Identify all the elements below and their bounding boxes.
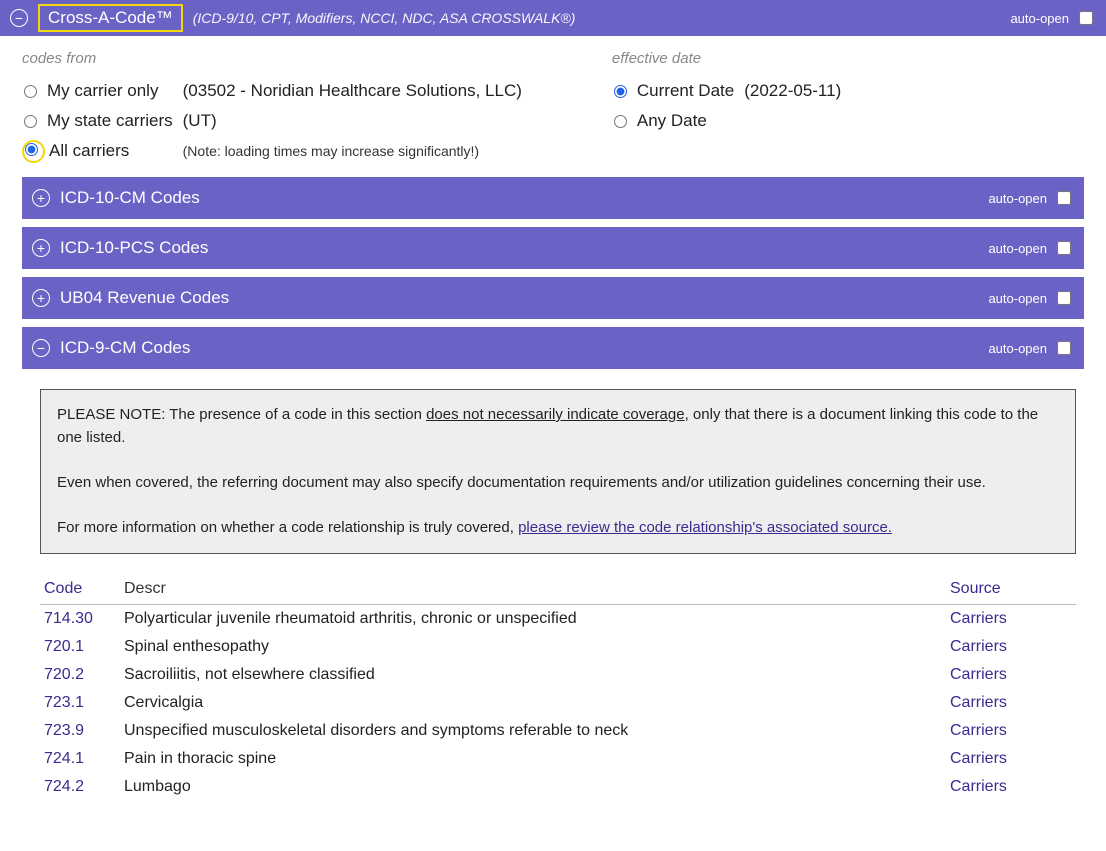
table-row: 723.9Unspecified musculoskeletal disorde… — [40, 717, 1076, 745]
code-descr: Lumbago — [120, 773, 946, 801]
code-link[interactable]: 724.3 — [40, 801, 120, 807]
code-descr: Sciatica — [120, 801, 946, 807]
code-descr: Unspecified musculoskeletal disorders an… — [120, 717, 946, 745]
code-descr: Polyarticular juvenile rheumatoid arthri… — [120, 605, 946, 634]
expand-icon[interactable]: + — [32, 239, 50, 257]
source-link[interactable]: Carriers — [946, 689, 1076, 717]
code-link[interactable]: 720.2 — [40, 661, 120, 689]
radio-all-label: All carriers — [49, 141, 129, 161]
header-subtitle: (ICD-9/10, CPT, Modifiers, NCCI, NDC, AS… — [193, 10, 576, 26]
radio-my-state[interactable] — [24, 115, 37, 128]
code-descr: Pain in thoracic spine — [120, 745, 946, 773]
col-header-descr: Descr — [120, 574, 946, 605]
code-link[interactable]: 714.30 — [40, 605, 120, 634]
all-carriers-note: (Note: loading times may increase signif… — [183, 143, 479, 159]
auto-open-label: auto-open — [988, 241, 1047, 256]
auto-open-checkbox[interactable] — [1057, 241, 1071, 255]
collapse-icon[interactable]: − — [10, 9, 28, 27]
radio-all-highlight — [24, 142, 43, 161]
expand-icon[interactable]: + — [32, 189, 50, 207]
radio-my-carrier[interactable] — [24, 85, 37, 98]
icd9-content-scroll[interactable]: PLEASE NOTE: The presence of a code in t… — [40, 377, 1084, 807]
source-link[interactable]: Carriers — [946, 605, 1076, 634]
notice-source-link[interactable]: please review the code relationship's as… — [518, 519, 892, 536]
collapse-icon[interactable]: − — [32, 339, 50, 357]
coverage-notice: PLEASE NOTE: The presence of a code in t… — [40, 389, 1076, 554]
header-bar[interactable]: − Cross-A-Code™ (ICD-9/10, CPT, Modifier… — [0, 0, 1106, 36]
auto-open-checkbox[interactable] — [1079, 11, 1093, 25]
source-link[interactable]: Carriers — [946, 801, 1076, 807]
radio-any-date-label: Any Date — [637, 111, 707, 131]
section-bar[interactable]: + ICD-10-PCS Codes auto-open — [22, 227, 1084, 269]
code-link[interactable]: 720.1 — [40, 633, 120, 661]
code-descr: Cervicalgia — [120, 689, 946, 717]
table-row: 724.3SciaticaCarriers — [40, 801, 1076, 807]
notice-line1a: PLEASE NOTE: The presence of a code in t… — [57, 406, 426, 423]
auto-open-label: auto-open — [988, 291, 1047, 306]
col-header-source: Source — [946, 574, 1076, 605]
section-title: ICD-9-CM Codes — [60, 338, 190, 358]
radio-my-carrier-label: My carrier only — [47, 81, 158, 101]
codes-from-label: codes from — [22, 50, 532, 67]
code-descr: Sacroiliitis, not elsewhere classified — [120, 661, 946, 689]
radio-any-date[interactable] — [614, 115, 627, 128]
table-row: 720.2Sacroiliitis, not elsewhere classif… — [40, 661, 1076, 689]
code-link[interactable]: 723.9 — [40, 717, 120, 745]
auto-open-toggle[interactable]: auto-open — [1010, 8, 1096, 28]
auto-open-toggle[interactable]: auto-open — [988, 338, 1074, 358]
section-title: UB04 Revenue Codes — [60, 288, 229, 308]
radio-current-date[interactable] — [614, 85, 627, 98]
source-link[interactable]: Carriers — [946, 745, 1076, 773]
table-row: 714.30Polyarticular juvenile rheumatoid … — [40, 605, 1076, 634]
radio-all-carriers[interactable] — [25, 143, 38, 156]
auto-open-toggle[interactable]: auto-open — [988, 238, 1074, 258]
effective-date-group: effective date Current Date (2022-05-11)… — [612, 50, 851, 167]
source-link[interactable]: Carriers — [946, 717, 1076, 745]
source-link[interactable]: Carriers — [946, 661, 1076, 689]
radio-current-date-label: Current Date — [637, 81, 734, 101]
notice-line2: Even when covered, the referring documen… — [57, 472, 1059, 495]
section-bar[interactable]: + ICD-10-CM Codes auto-open — [22, 177, 1084, 219]
table-row: 724.1Pain in thoracic spineCarriers — [40, 745, 1076, 773]
current-date-value: (2022-05-11) — [744, 81, 841, 100]
notice-line3a: For more information on whether a code r… — [57, 519, 518, 536]
code-descr: Spinal enthesopathy — [120, 633, 946, 661]
my-carrier-value: (03502 - Noridian Healthcare Solutions, … — [183, 81, 522, 100]
code-link[interactable]: 724.2 — [40, 773, 120, 801]
auto-open-checkbox[interactable] — [1057, 291, 1071, 305]
auto-open-checkbox[interactable] — [1057, 341, 1071, 355]
table-row: 723.1CervicalgiaCarriers — [40, 689, 1076, 717]
table-row: 724.2LumbagoCarriers — [40, 773, 1076, 801]
auto-open-checkbox[interactable] — [1057, 191, 1071, 205]
filters-panel: codes from My carrier only (03502 - Nori… — [0, 36, 1106, 177]
section-title: ICD-10-CM Codes — [60, 188, 200, 208]
codes-table: Code Descr Source 714.30Polyarticular ju… — [40, 574, 1076, 807]
auto-open-toggle[interactable]: auto-open — [988, 188, 1074, 208]
code-link[interactable]: 723.1 — [40, 689, 120, 717]
effective-date-label: effective date — [612, 50, 851, 67]
source-link[interactable]: Carriers — [946, 773, 1076, 801]
expand-icon[interactable]: + — [32, 289, 50, 307]
source-link[interactable]: Carriers — [946, 633, 1076, 661]
auto-open-toggle[interactable]: auto-open — [988, 288, 1074, 308]
notice-line1u: does not necessarily indicate coverage — [426, 406, 685, 423]
code-link[interactable]: 724.1 — [40, 745, 120, 773]
my-state-value: (UT) — [183, 111, 217, 130]
table-row: 720.1Spinal enthesopathyCarriers — [40, 633, 1076, 661]
section-bar[interactable]: + UB04 Revenue Codes auto-open — [22, 277, 1084, 319]
section-bar[interactable]: −ICD-9-CM Codes auto-open — [22, 327, 1084, 369]
auto-open-label: auto-open — [1010, 11, 1069, 26]
header-title: Cross-A-Code™ — [38, 4, 183, 32]
radio-my-state-label: My state carriers — [47, 111, 173, 131]
auto-open-label: auto-open — [988, 341, 1047, 356]
codes-from-group: codes from My carrier only (03502 - Nori… — [22, 50, 532, 167]
section-title: ICD-10-PCS Codes — [60, 238, 208, 258]
auto-open-label: auto-open — [988, 191, 1047, 206]
col-header-code: Code — [40, 574, 120, 605]
